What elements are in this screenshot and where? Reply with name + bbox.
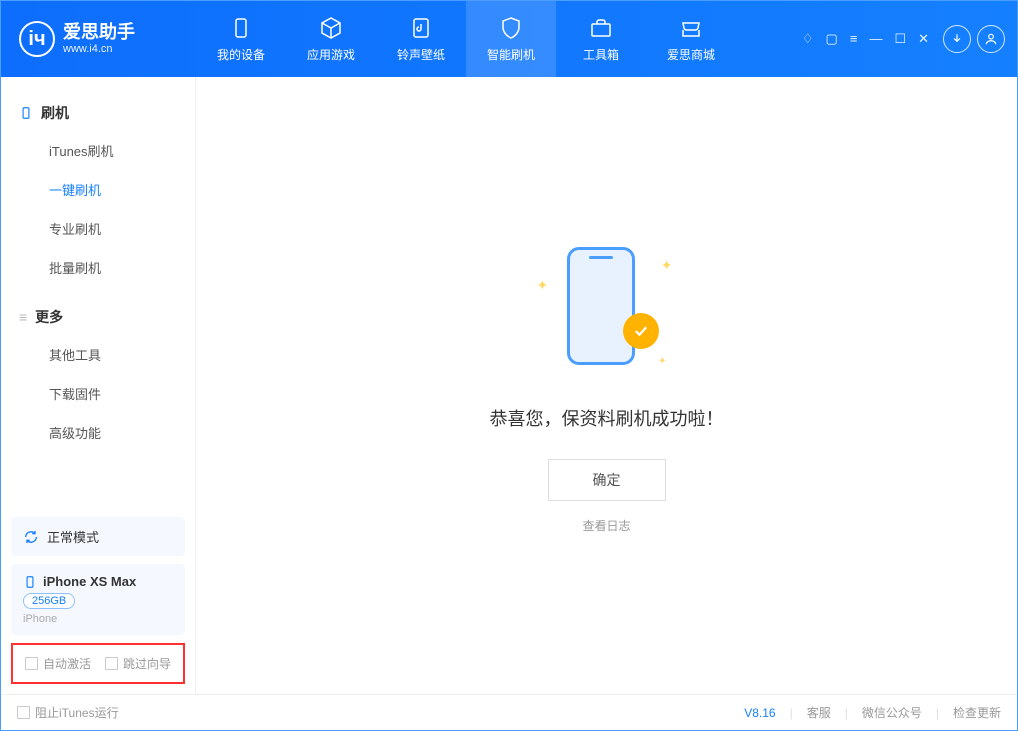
sidebar-group-more: ≡ 更多 其他工具 下载固件 高级功能 bbox=[1, 299, 195, 452]
sparkle-icon: ✦ bbox=[661, 257, 673, 274]
cube-icon bbox=[319, 16, 343, 40]
header-right: ♢ ▢ ≡ ― ☐ ✕ bbox=[802, 25, 1017, 53]
logo-area: iч 爱思助手 www.i4.cn bbox=[1, 21, 196, 57]
checkbox-block-itunes[interactable]: 阻止iTunes运行 bbox=[17, 704, 119, 721]
footer: 阻止iTunes运行 V8.16 | 客服 | 微信公众号 | 检查更新 bbox=[1, 694, 1017, 730]
app-title: 爱思助手 bbox=[63, 22, 135, 44]
tab-my-device[interactable]: 我的设备 bbox=[196, 1, 286, 77]
tab-ringtones[interactable]: 铃声壁纸 bbox=[376, 1, 466, 77]
options-highlight-box: 自动激活 跳过向导 bbox=[11, 643, 185, 684]
app-subtitle: www.i4.cn bbox=[63, 43, 135, 56]
sidebar: 刷机 iTunes刷机 一键刷机 专业刷机 批量刷机 ≡ 更多 其他工具 下载固… bbox=[1, 77, 196, 694]
sparkle-icon: ✦ bbox=[537, 277, 549, 294]
checkbox-icon bbox=[25, 657, 38, 670]
sidebar-item-other-tools[interactable]: 其他工具 bbox=[1, 335, 195, 374]
phone-illustration bbox=[567, 247, 635, 365]
version-label: V8.16 bbox=[744, 706, 775, 720]
check-update-link[interactable]: 检查更新 bbox=[953, 704, 1001, 721]
view-log-link[interactable]: 查看日志 bbox=[582, 517, 630, 534]
list-icon: ≡ bbox=[19, 309, 27, 325]
nav-tabs: 我的设备 应用游戏 铃声壁纸 智能刷机 工具箱 爱思商城 bbox=[196, 1, 736, 77]
shirt-icon[interactable]: ♢ bbox=[802, 31, 814, 47]
user-icon bbox=[984, 32, 998, 46]
phone-icon bbox=[19, 106, 33, 120]
sidebar-header-flash: 刷机 bbox=[1, 95, 195, 131]
sidebar-item-itunes-flash[interactable]: iTunes刷机 bbox=[1, 131, 195, 170]
refresh-icon bbox=[23, 529, 39, 545]
sidebar-item-download-firmware[interactable]: 下载固件 bbox=[1, 374, 195, 413]
close-icon[interactable]: ✕ bbox=[918, 31, 929, 47]
user-button[interactable] bbox=[977, 25, 1005, 53]
phone-small-icon bbox=[23, 575, 37, 589]
checkbox-icon bbox=[17, 706, 30, 719]
device-icon bbox=[229, 16, 253, 40]
device-type: iPhone bbox=[23, 613, 173, 625]
app-header: iч 爱思助手 www.i4.cn 我的设备 应用游戏 铃声壁纸 智能刷机 工具… bbox=[1, 1, 1017, 77]
window-controls: ♢ ▢ ≡ ― ☐ ✕ bbox=[802, 31, 929, 47]
checkbox-skip-guide[interactable]: 跳过向导 bbox=[105, 655, 171, 672]
sidebar-bottom: 正常模式 iPhone XS Max 256GB iPhone 自动激活 跳过向… bbox=[1, 507, 195, 694]
maximize-icon[interactable]: ☐ bbox=[894, 31, 906, 47]
device-name: iPhone XS Max bbox=[23, 574, 173, 589]
checkbox-icon bbox=[105, 657, 118, 670]
menu-icon[interactable]: ≡ bbox=[850, 31, 858, 47]
sidebar-item-pro-flash[interactable]: 专业刷机 bbox=[1, 209, 195, 248]
app-logo-icon: iч bbox=[19, 21, 55, 57]
tab-store[interactable]: 爱思商城 bbox=[646, 1, 736, 77]
minimize-icon[interactable]: ― bbox=[869, 31, 882, 47]
download-button[interactable] bbox=[943, 25, 971, 53]
sidebar-header-more: ≡ 更多 bbox=[1, 299, 195, 335]
main-content: ✦ ✦ ✦ 恭喜您，保资料刷机成功啦！ 确定 查看日志 bbox=[196, 77, 1017, 694]
music-icon bbox=[409, 16, 433, 40]
device-storage-badge: 256GB bbox=[23, 593, 75, 609]
toolbox-icon bbox=[589, 16, 613, 40]
sidebar-group-flash: 刷机 iTunes刷机 一键刷机 专业刷机 批量刷机 bbox=[1, 95, 195, 287]
sparkle-icon: ✦ bbox=[658, 356, 666, 367]
download-icon bbox=[950, 32, 964, 46]
body-area: 刷机 iTunes刷机 一键刷机 专业刷机 批量刷机 ≡ 更多 其他工具 下载固… bbox=[1, 77, 1017, 694]
sidebar-item-oneclick-flash[interactable]: 一键刷机 bbox=[1, 170, 195, 209]
mode-card[interactable]: 正常模式 bbox=[11, 517, 185, 556]
confirm-button[interactable]: 确定 bbox=[548, 459, 666, 501]
sidebar-item-batch-flash[interactable]: 批量刷机 bbox=[1, 248, 195, 287]
sidebar-item-advanced[interactable]: 高级功能 bbox=[1, 413, 195, 452]
wechat-link[interactable]: 微信公众号 bbox=[862, 704, 922, 721]
store-icon bbox=[679, 16, 703, 40]
device-card[interactable]: iPhone XS Max 256GB iPhone bbox=[11, 564, 185, 635]
success-message: 恭喜您，保资料刷机成功啦！ bbox=[490, 405, 724, 431]
tab-apps-games[interactable]: 应用游戏 bbox=[286, 1, 376, 77]
shield-icon bbox=[499, 16, 523, 40]
success-illustration: ✦ ✦ ✦ bbox=[537, 237, 677, 377]
footer-right: V8.16 | 客服 | 微信公众号 | 检查更新 bbox=[744, 704, 1001, 721]
tab-flash[interactable]: 智能刷机 bbox=[466, 1, 556, 77]
check-badge-icon bbox=[623, 313, 659, 349]
support-link[interactable]: 客服 bbox=[807, 704, 831, 721]
note-icon[interactable]: ▢ bbox=[826, 31, 838, 47]
tab-toolbox[interactable]: 工具箱 bbox=[556, 1, 646, 77]
checkbox-auto-activate[interactable]: 自动激活 bbox=[25, 655, 91, 672]
